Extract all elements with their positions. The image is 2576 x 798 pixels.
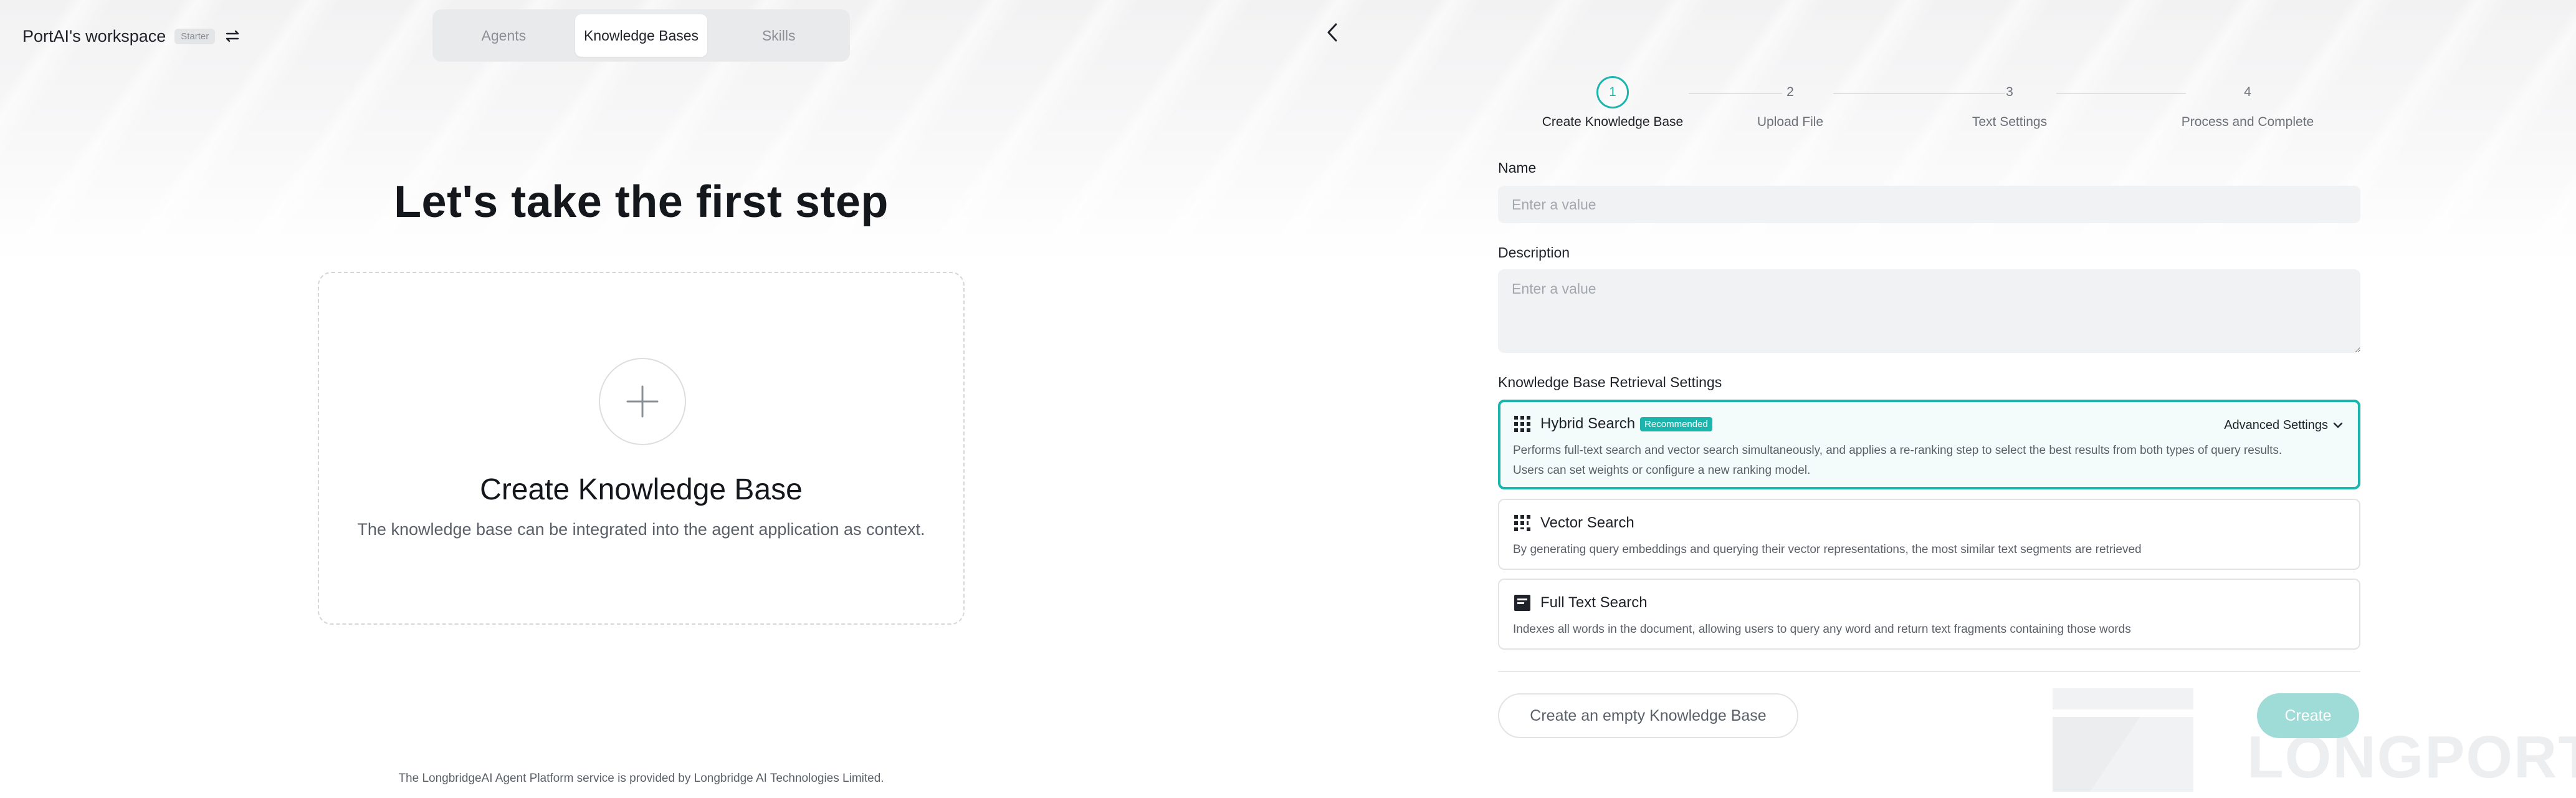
create-empty-knowledge-base-button[interactable]: Create an empty Knowledge Base	[1498, 693, 1798, 738]
step-1: 1 Create Knowledge Base	[1538, 76, 1687, 130]
page: PortAI's workspace Starter Agents Knowle…	[0, 0, 2576, 798]
switch-arrows-icon[interactable]	[224, 27, 241, 45]
step-label: Create Knowledge Base	[1542, 115, 1684, 129]
tab-agents[interactable]: Agents	[437, 14, 570, 57]
chevron-down-icon	[2333, 418, 2343, 433]
description-input[interactable]	[1498, 269, 2360, 353]
option-title: Full Text Search	[1540, 594, 1648, 611]
option-header: Full Text Search	[1513, 592, 1648, 613]
name-input[interactable]	[1498, 186, 2360, 223]
option-description: Indexes all words in the document, allow…	[1513, 620, 2334, 640]
create-button[interactable]: Create	[2257, 693, 2359, 738]
watermark-logo	[2053, 688, 2193, 792]
step-3: 3 Text Settings	[1935, 76, 2084, 130]
document-lines-icon	[1513, 594, 1532, 612]
main-tabs: Agents Knowledge Bases Skills	[432, 9, 850, 62]
advanced-settings-label: Advanced Settings	[2224, 418, 2328, 432]
footer-note: The LongbridgeAI Agent Platform service …	[398, 772, 884, 785]
option-header: Vector Search	[1513, 512, 1634, 534]
step-number: 1	[1596, 76, 1629, 108]
description-label: Description	[1498, 244, 1570, 261]
back-button[interactable]	[1321, 22, 1343, 45]
option-title: Hybrid Search	[1540, 415, 1636, 432]
chevron-left-icon	[1325, 22, 1340, 46]
step-4: 4 Process and Complete	[2173, 76, 2322, 130]
option-title: Vector Search	[1540, 514, 1634, 531]
step-2: 2 Upload File	[1715, 76, 1865, 130]
card-title: Create Knowledge Base	[480, 473, 803, 506]
advanced-settings-toggle[interactable]: Advanced Settings	[2224, 416, 2343, 435]
recommended-badge: Recommended	[1640, 416, 1712, 431]
description-line: Performs full-text search and vector sea…	[1513, 444, 2283, 457]
tab-skills[interactable]: Skills	[712, 14, 845, 57]
full-text-search-option[interactable]: Full Text Search Indexes all words in th…	[1498, 579, 2360, 650]
name-label: Name	[1498, 160, 1537, 176]
hero-title: Let's take the first step	[394, 177, 889, 227]
step-label: Upload File	[1757, 115, 1824, 129]
workspace-switcher[interactable]: PortAI's workspace Starter	[22, 24, 241, 49]
workspace-name: PortAI's workspace	[22, 26, 166, 46]
description-line: Indexes all words in the document, allow…	[1513, 623, 2131, 636]
step-number: 2	[1787, 85, 1794, 99]
step-label: Process and Complete	[2181, 115, 2314, 129]
step-number: 4	[2244, 85, 2251, 99]
option-description: Performs full-text search and vector sea…	[1513, 441, 2333, 481]
plus-icon[interactable]	[599, 358, 686, 445]
vector-search-option[interactable]: Vector Search By generating query embedd…	[1498, 499, 2360, 570]
card-subtitle: The knowledge base can be integrated int…	[357, 520, 925, 539]
option-header: Hybrid Search Recommended	[1513, 413, 1712, 435]
tab-knowledge-bases[interactable]: Knowledge Bases	[575, 14, 708, 57]
option-description: By generating query embeddings and query…	[1513, 540, 2334, 560]
description-line: By generating query embeddings and query…	[1513, 543, 2142, 556]
step-number: 3	[2006, 85, 2013, 99]
stepper: 1 Create Knowledge Base 2 Upload File 3 …	[1498, 76, 2363, 138]
plan-badge: Starter	[174, 28, 216, 44]
grid-dots-icon	[1513, 415, 1532, 433]
divider	[1498, 671, 2360, 672]
retrieval-settings-label: Knowledge Base Retrieval Settings	[1498, 374, 1722, 390]
vector-grid-icon	[1513, 514, 1532, 532]
hybrid-search-option[interactable]: Hybrid Search Recommended Advanced Setti…	[1498, 400, 2360, 489]
create-knowledge-base-card[interactable]: Create Knowledge Base The knowledge base…	[318, 272, 965, 625]
description-line: Users can set weights or configure a new…	[1513, 464, 1811, 477]
step-label: Text Settings	[1972, 115, 2048, 129]
